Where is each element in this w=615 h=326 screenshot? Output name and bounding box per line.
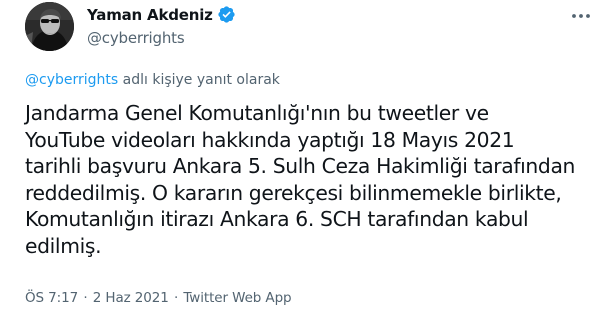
- reply-context: @cyberrights adlı kişiye yanıt olarak: [25, 72, 280, 88]
- tweet-text-line: reddedilmiş. O kararın gerekçesi bilinme…: [25, 180, 562, 205]
- tweet-text-line: Komutanlığın itirazı Ankara 6. SCH taraf…: [25, 207, 529, 231]
- more-horizontal-icon[interactable]: [569, 8, 593, 24]
- tweet-text-line: Jandarma Genel Komutanlığı'nın bu tweetl…: [25, 101, 489, 125]
- tweet-date[interactable]: 2 Haz 2021: [93, 290, 169, 306]
- reply-context-text: adlı kişiye yanıt olarak: [118, 72, 280, 88]
- verified-badge-icon: [218, 6, 235, 23]
- author-display-name[interactable]: Yaman Akdeniz: [87, 6, 213, 24]
- author-handle[interactable]: @cyberrights: [87, 29, 185, 47]
- tweet-metadata: ÖS 7:17 · 2 Haz 2021 · Twitter Web App: [25, 290, 292, 306]
- tweet-source[interactable]: Twitter Web App: [183, 290, 291, 306]
- tweet-text-line: YouTube videoları hakkında yaptığı 18 Ma…: [25, 127, 515, 152]
- tweet-text-line: tarihli başvuru Ankara 5. Sulh Ceza Haki…: [25, 154, 576, 178]
- tweet-text-line: edilmiş.: [25, 233, 102, 258]
- tweet-text: Jandarma Genel Komutanlığı'nın bu tweetl…: [25, 100, 605, 259]
- reply-mention-link[interactable]: @cyberrights: [25, 72, 118, 88]
- tweet: Yaman Akdeniz @cyberrights @cyberrights …: [0, 0, 615, 326]
- profile-photo-icon: [25, 2, 74, 51]
- author-name-row: Yaman Akdeniz: [87, 5, 236, 24]
- meta-separator: ·: [83, 290, 88, 306]
- avatar[interactable]: [25, 2, 74, 51]
- meta-separator: ·: [173, 290, 179, 306]
- tweet-time[interactable]: ÖS 7:17: [25, 290, 78, 306]
